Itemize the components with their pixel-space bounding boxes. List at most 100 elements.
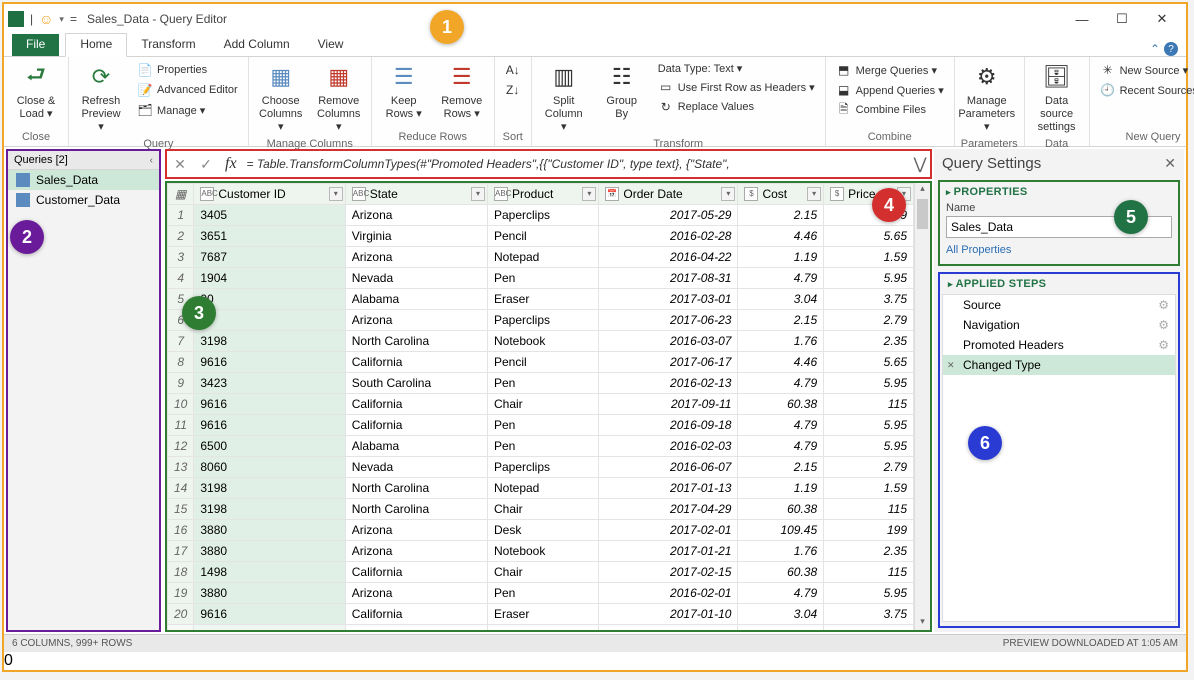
cell[interactable]: 115 (824, 394, 914, 415)
cell[interactable]: North Carolina (345, 331, 487, 352)
cell[interactable]: 4.46 (738, 352, 824, 373)
row-number[interactable]: 1 (168, 205, 194, 226)
cell[interactable]: 2017-01-13 (599, 478, 738, 499)
cell[interactable]: 2.15 (738, 205, 824, 226)
cell[interactable]: 109.45 (738, 520, 824, 541)
type-icon[interactable]: ABC (494, 187, 508, 201)
cell[interactable]: 2.35 (824, 331, 914, 352)
row-number[interactable]: 16 (168, 520, 194, 541)
query-item[interactable]: Customer_Data (8, 190, 159, 210)
cell[interactable]: Notebook (487, 541, 598, 562)
help-icon[interactable]: ? (1164, 42, 1178, 56)
column-header[interactable]: ABCCustomer ID▾ (194, 184, 345, 205)
new-source-button[interactable]: ✳New Source ▾ (1096, 61, 1194, 79)
cell[interactable]: 60.38 (738, 562, 824, 583)
cell[interactable]: 2016-09-18 (599, 415, 738, 436)
cell[interactable]: 2.79 (824, 457, 914, 478)
cell[interactable]: 2017-01-10 (599, 604, 738, 625)
gear-icon[interactable]: ⚙ (1158, 318, 1169, 332)
cell[interactable]: South Carolina (345, 373, 487, 394)
row-number[interactable]: 11 (168, 415, 194, 436)
tab-view[interactable]: View (304, 34, 358, 56)
cell[interactable]: 4.79 (738, 373, 824, 394)
cell[interactable]: 3.04 (738, 289, 824, 310)
cell[interactable]: 2016-02-01 (599, 583, 738, 604)
cell[interactable]: 3880 (194, 541, 345, 562)
applied-step[interactable]: Promoted Headers⚙ (943, 335, 1175, 355)
cell[interactable]: Pen (487, 583, 598, 604)
cell[interactable]: Chair (487, 394, 598, 415)
cell[interactable]: 7687 (194, 247, 345, 268)
table-row[interactable]: 209616CaliforniaEraser2017-01-103.043.75 (168, 604, 914, 625)
cell[interactable]: 5.65 (824, 352, 914, 373)
applied-step[interactable]: Navigation⚙ (943, 315, 1175, 335)
cell[interactable]: 2017-03-17 (599, 625, 738, 631)
row-number[interactable]: 7 (168, 331, 194, 352)
qat-dropdown[interactable]: ▾ (59, 14, 64, 25)
table-row[interactable]: 153198North CarolinaChair2017-04-2960.38… (168, 499, 914, 520)
cell[interactable]: Pencil (487, 352, 598, 373)
type-icon[interactable]: $ (830, 187, 844, 201)
cell[interactable]: 3.75 (824, 625, 914, 631)
keep-rows-button[interactable]: ☰Keep Rows ▾ (378, 59, 430, 123)
table-row[interactable]: 73198North CarolinaNotebook2016-03-071.7… (168, 331, 914, 352)
cell[interactable]: 4.79 (738, 268, 824, 289)
cell[interactable]: 199 (824, 520, 914, 541)
cell[interactable]: California (345, 562, 487, 583)
advanced-editor-button[interactable]: 📝Advanced Editor (133, 81, 242, 99)
row-number[interactable]: 12 (168, 436, 194, 457)
gear-icon[interactable]: ⚙ (1158, 338, 1169, 352)
group-by-button[interactable]: ☷Group By (596, 59, 648, 123)
cell[interactable]: Arizona (345, 205, 487, 226)
cell[interactable]: 2016-06-07 (599, 457, 738, 478)
cell[interactable]: 2017-09-11 (599, 394, 738, 415)
cell[interactable]: Pen (487, 415, 598, 436)
cell[interactable]: 1.19 (738, 478, 824, 499)
table-row[interactable]: 93423South CarolinaPen2016-02-134.795.95 (168, 373, 914, 394)
cell[interactable]: Arizona (345, 541, 487, 562)
table-row[interactable]: 41904NevadaPen2017-08-314.795.95 (168, 268, 914, 289)
cell[interactable]: Notebook (487, 331, 598, 352)
cell[interactable]: Notepad (487, 247, 598, 268)
cell[interactable]: 1.59 (824, 478, 914, 499)
cell[interactable]: 9616 (194, 394, 345, 415)
maximize-button[interactable]: ☐ (1102, 7, 1142, 31)
cell[interactable]: North Carolina (345, 499, 487, 520)
cell[interactable]: 3423 (194, 373, 345, 394)
cell[interactable]: Alabama (345, 289, 487, 310)
refresh-preview-button[interactable]: ⟳Refresh Preview ▾ (75, 59, 127, 136)
cell[interactable]: Alabama (345, 436, 487, 457)
recent-sources-button[interactable]: 🕘Recent Sources ▾ (1096, 81, 1194, 99)
cell[interactable]: 2.15 (738, 310, 824, 331)
cell[interactable]: Chair (487, 562, 598, 583)
cell[interactable]: 4.46 (738, 226, 824, 247)
cell[interactable]: 2016-02-13 (599, 373, 738, 394)
cell[interactable]: 3651 (194, 226, 345, 247)
table-row[interactable]: 37687ArizonaNotepad2016-04-221.191.59 (168, 247, 914, 268)
firstrow-headers-button[interactable]: ▭Use First Row as Headers ▾ (654, 78, 819, 96)
remove-rows-button[interactable]: ☰Remove Rows ▾ (436, 59, 488, 123)
sort-desc-button[interactable]: Z↓ (501, 81, 525, 99)
table-row[interactable]: 500AlabamaEraser2017-03-013.043.75 (168, 289, 914, 310)
cell[interactable]: 3405 (194, 205, 345, 226)
cell[interactable]: 5.95 (824, 436, 914, 457)
cell[interactable]: 115 (824, 499, 914, 520)
cell[interactable]: 3198 (194, 331, 345, 352)
row-header-corner[interactable]: ▦ (168, 184, 194, 205)
row-number[interactable]: 9 (168, 373, 194, 394)
cell[interactable]: Pen (487, 268, 598, 289)
cell[interactable]: Pen (487, 436, 598, 457)
cell[interactable]: 2017-06-23 (599, 310, 738, 331)
cell[interactable]: Arizona (345, 520, 487, 541)
cell[interactable]: Virginia (345, 625, 487, 631)
table-row[interactable]: 213651VirginiaEraser2017-03-173.043.75 (168, 625, 914, 631)
cell[interactable]: 87 (194, 310, 345, 331)
cell[interactable]: 60.38 (738, 394, 824, 415)
cell[interactable]: 1904 (194, 268, 345, 289)
replace-values-button[interactable]: ↻Replace Values (654, 98, 819, 116)
cell[interactable]: 2017-05-29 (599, 205, 738, 226)
cell[interactable]: Arizona (345, 310, 487, 331)
applied-step[interactable]: Source⚙ (943, 295, 1175, 315)
formula-accept-icon[interactable]: ✓ (193, 156, 219, 173)
fx-icon[interactable]: fx (219, 155, 243, 173)
